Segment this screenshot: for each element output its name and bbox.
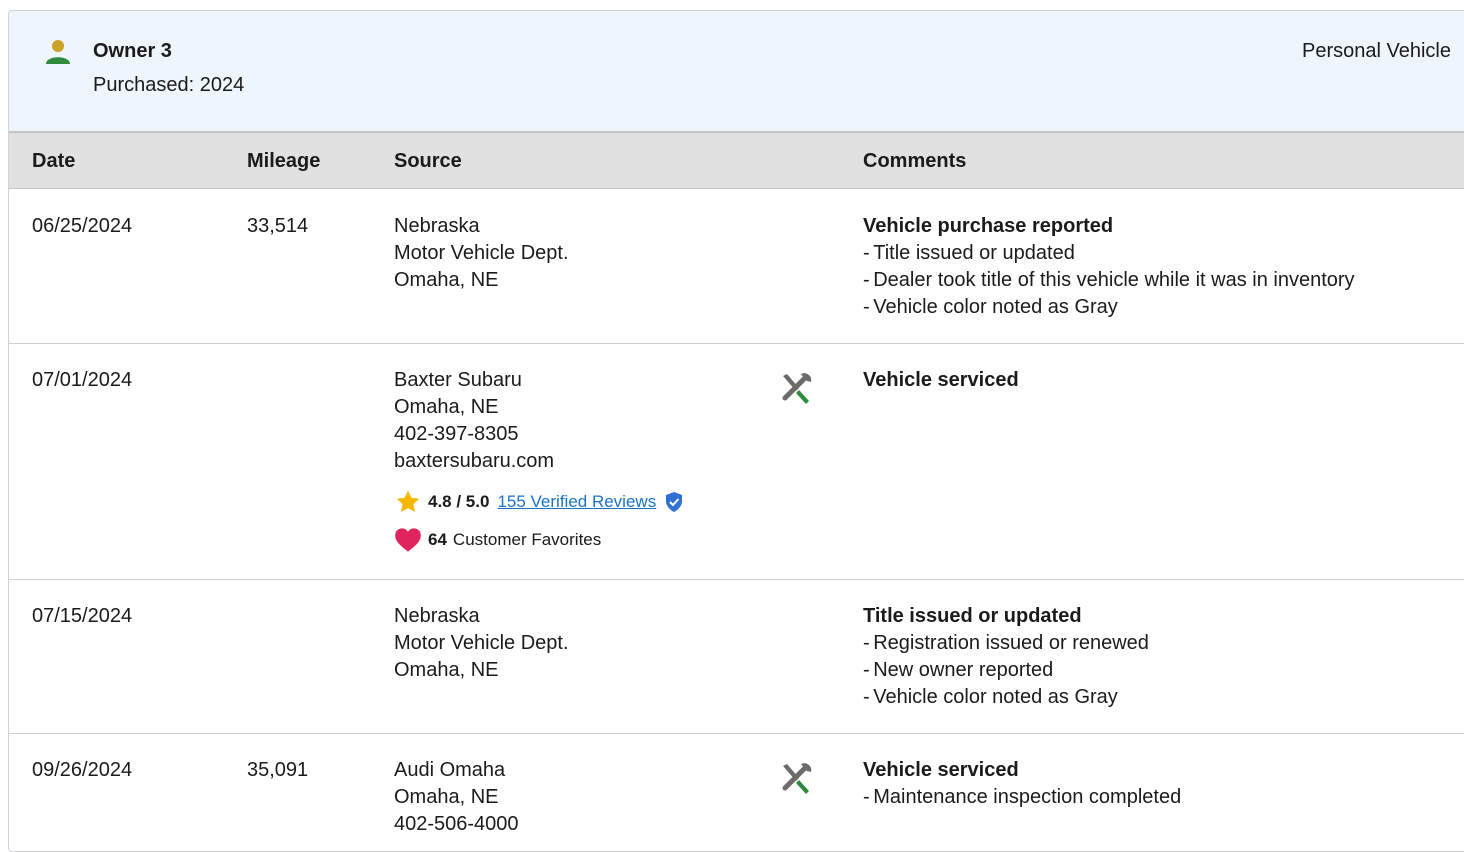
row-date: 09/26/2024 [32,759,133,781]
table-row: 09/26/2024 35,091 Audi Omaha Omaha, NE 4… [9,734,1464,851]
source-line: Nebraska [394,605,480,627]
column-header-source: Source [394,150,462,172]
comment-title: Vehicle purchase reported [863,215,1114,237]
row-comments: Title issued or updated Registration iss… [863,603,1463,711]
owner-name: Owner 3 [93,40,172,62]
column-header-mileage: Mileage [247,150,321,172]
rating-line: 4.8 / 5.0 155 Verified Reviews [394,489,754,515]
row-date: 07/01/2024 [32,369,133,391]
person-icon [46,40,70,64]
row-source: Nebraska Motor Vehicle Dept. Omaha, NE [394,213,754,294]
source-line: Nebraska [394,215,480,237]
favorites-line: 64 Customer Favorites [394,527,754,553]
row-source: Nebraska Motor Vehicle Dept. Omaha, NE [394,603,754,684]
row-comments: Vehicle serviced Maintenance inspection … [863,757,1463,811]
vehicle-use-type: Personal Vehicle [1302,40,1451,62]
comment-item: Vehicle color noted as Gray [863,684,1463,711]
source-line: Omaha, NE [394,659,499,681]
owner-purchased-year: Purchased: 2024 [93,74,245,96]
source-line: Motor Vehicle Dept. [394,632,569,654]
comment-item: Maintenance inspection completed [863,784,1463,811]
table-row: 07/01/2024 Baxter Subaru Omaha, NE 402-3… [9,344,1464,580]
row-date: 07/15/2024 [32,605,133,627]
row-mileage: 35,091 [247,759,309,781]
comment-item: Registration issued or renewed [863,630,1463,657]
comment-item: Vehicle color noted as Gray [863,294,1463,321]
table-row: 06/25/2024 33,514 Nebraska Motor Vehicle… [9,189,1464,344]
row-mileage: 33,514 [247,215,309,237]
favorites-label: Customer Favorites [452,530,602,549]
comment-title: Vehicle serviced [863,759,1019,781]
source-line: Omaha, NE [394,396,499,418]
source-line: Motor Vehicle Dept. [394,242,569,264]
source-line: Audi Omaha [394,759,506,781]
row-source: Audi Omaha Omaha, NE 402-506-4000 [394,757,754,838]
table-row: 07/15/2024 Nebraska Motor Vehicle Dept. … [9,580,1464,734]
row-comments: Vehicle purchase reported Title issued o… [863,213,1463,321]
favorites-count: 64 [428,530,447,549]
source-line: baxtersubaru.com [394,450,555,472]
comment-item: Title issued or updated [863,240,1463,267]
comment-item: Dealer took title of this vehicle while … [863,267,1463,294]
verified-shield-icon [666,492,683,512]
source-line: Omaha, NE [394,786,499,808]
heart-icon [395,528,421,552]
row-source: Baxter Subaru Omaha, NE 402-397-8305 bax… [394,367,754,553]
rating-value: 4.8 / 5.0 [428,492,490,511]
comment-title: Title issued or updated [863,605,1082,627]
row-comments: Vehicle serviced [863,367,1463,394]
star-icon [396,490,420,512]
table-header: Date Mileage Source Comments [9,131,1464,189]
owner-header: Owner 3 Purchased: 2024 Personal Vehicle [9,11,1464,131]
row-date: 06/25/2024 [32,215,133,237]
comment-item: New owner reported [863,657,1463,684]
source-line: 402-506-4000 [394,813,519,835]
service-wrench-icon [782,763,812,794]
column-header-date: Date [32,150,76,172]
source-line: Baxter Subaru [394,369,522,391]
owner-history-card: Owner 3 Purchased: 2024 Personal Vehicle… [8,10,1464,852]
service-wrench-icon [782,373,812,404]
comment-title: Vehicle serviced [863,369,1019,391]
column-header-comments: Comments [863,150,967,172]
source-line: Omaha, NE [394,269,499,291]
source-line: 402-397-8305 [394,423,519,445]
verified-reviews-link[interactable]: 155 Verified Reviews [497,490,656,514]
